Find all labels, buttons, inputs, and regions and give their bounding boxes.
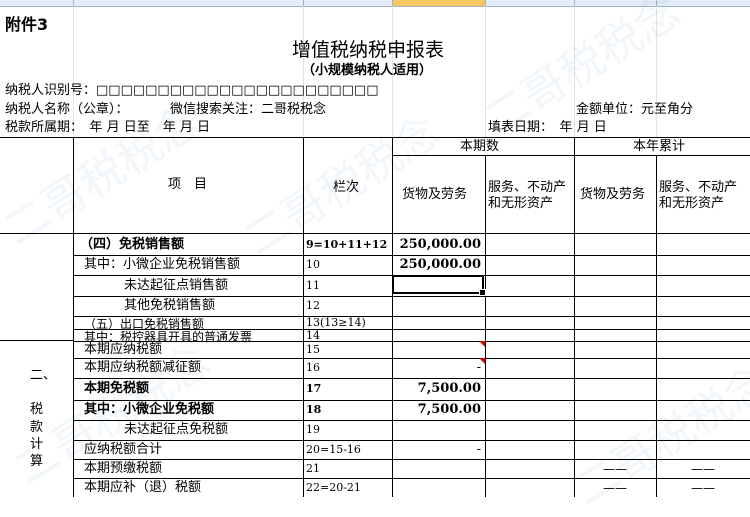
header-column-no[interactable]: 栏次 bbox=[333, 180, 359, 196]
taxpayer-id[interactable]: 纳税人识别号：□□□□□□□□□□□□□□□□□□□□□□□ bbox=[5, 83, 379, 99]
row-column-number[interactable]: 9=10+11+12 bbox=[306, 238, 387, 252]
row-item-label[interactable]: 应纳税额合计 bbox=[84, 442, 162, 458]
row-year-dash[interactable]: —— bbox=[656, 480, 750, 496]
table-row[interactable]: 未达起征点销售额 11 bbox=[0, 275, 750, 296]
header-services-current-2[interactable]: 和无形资产 bbox=[488, 196, 553, 212]
taxpayer-name[interactable]: 纳税人名称（公章）： bbox=[5, 102, 129, 118]
row-item-label[interactable]: 本期应补（退）税额 bbox=[84, 480, 201, 496]
table-row[interactable]: 本期应纳税额减征额 16 - bbox=[0, 358, 750, 378]
row-goods-current-value[interactable]: 7,500.00 bbox=[392, 402, 481, 418]
table-border bbox=[392, 155, 750, 156]
header-year-cumulative[interactable]: 本年累计 bbox=[633, 139, 685, 155]
row-year-dash[interactable]: —— bbox=[574, 480, 656, 496]
row-column-number[interactable]: 11 bbox=[306, 279, 320, 293]
gridline bbox=[485, 6, 486, 137]
row-goods-current-value[interactable]: 250,000.00 bbox=[392, 237, 481, 253]
row-item-label[interactable]: 其他免税销售额 bbox=[124, 298, 215, 314]
row-column-number[interactable]: 13(13≥14) bbox=[306, 316, 366, 330]
row-column-number[interactable]: 21 bbox=[306, 462, 320, 476]
comment-indicator[interactable] bbox=[479, 358, 485, 364]
row-column-number[interactable]: 15 bbox=[306, 343, 320, 357]
row-column-number[interactable]: 10 bbox=[306, 258, 320, 272]
selected-column-header[interactable] bbox=[392, 0, 485, 6]
row-goods-current-value[interactable]: 250,000.00 bbox=[392, 257, 481, 273]
row-column-number[interactable]: 12 bbox=[306, 299, 320, 313]
row-item-label[interactable]: 其中：小微企业免税销售额 bbox=[84, 257, 240, 273]
table-row[interactable]: 应纳税额合计 20=15-16 - bbox=[0, 440, 750, 459]
table-row[interactable]: 其中：小微企业免税销售额 10 250,000.00 bbox=[0, 255, 750, 275]
row-goods-current-value[interactable]: - bbox=[392, 442, 481, 458]
row-year-dash[interactable]: —— bbox=[656, 461, 750, 477]
row-item-label[interactable]: 本期预缴税额 bbox=[84, 461, 162, 477]
row-item-label[interactable]: 本期应纳税额减征额 bbox=[84, 360, 201, 376]
row-column-number[interactable]: 19 bbox=[306, 423, 320, 437]
header-goods-year[interactable]: 货物及劳务 bbox=[580, 187, 645, 203]
header-services-year-2[interactable]: 和无形资产 bbox=[659, 196, 724, 212]
fill-date[interactable]: 填表日期： 年 月 日 bbox=[488, 120, 607, 136]
column-header-strip[interactable] bbox=[0, 0, 750, 7]
comment-indicator[interactable] bbox=[479, 341, 485, 347]
header-services-year-1[interactable]: 服务、不动产 bbox=[659, 180, 737, 196]
row-column-number[interactable]: 18 bbox=[306, 403, 321, 417]
header-item[interactable]: 项 目 bbox=[168, 177, 207, 193]
header-current-period[interactable]: 本期数 bbox=[460, 139, 499, 155]
row-column-number[interactable]: 17 bbox=[306, 382, 321, 396]
row-column-number[interactable]: 16 bbox=[306, 361, 320, 375]
header-goods-current[interactable]: 货物及劳务 bbox=[402, 187, 467, 203]
table-row[interactable]: 本期应纳税额 15 bbox=[0, 341, 750, 358]
table-row[interactable]: （四）免税销售额 9=10+11+12 250,000.00 bbox=[0, 234, 750, 255]
table-row[interactable]: 其他免税销售额 12 bbox=[0, 296, 750, 316]
row-item-label[interactable]: 本期免税额 bbox=[84, 381, 149, 397]
row-column-number[interactable]: 20=15-16 bbox=[306, 443, 361, 457]
table-row[interactable]: 未达起征点免税额 19 bbox=[0, 420, 750, 440]
row-item-label[interactable]: 未达起征点销售额 bbox=[124, 278, 228, 294]
row-goods-current-value[interactable]: 7,500.00 bbox=[392, 381, 481, 397]
active-cell[interactable] bbox=[392, 275, 486, 296]
attachment-label[interactable]: 附件3 bbox=[5, 15, 48, 35]
row-item-label[interactable]: （四）免税销售额 bbox=[80, 237, 184, 253]
form-title[interactable]: 增值税纳税申报表 bbox=[292, 38, 444, 62]
table-row[interactable]: 本期预缴税额 21 —— —— bbox=[0, 459, 750, 478]
row-goods-current-value[interactable]: - bbox=[392, 360, 481, 376]
table-row[interactable]: 其中：小微企业免税额 18 7,500.00 bbox=[0, 400, 750, 420]
header-services-current-1[interactable]: 服务、不动产 bbox=[488, 180, 566, 196]
row-year-dash[interactable]: —— bbox=[574, 461, 656, 477]
row-item-label[interactable]: 本期应纳税额 bbox=[84, 342, 162, 358]
gridline bbox=[574, 6, 575, 137]
row-item-label[interactable]: 未达起征点免税额 bbox=[124, 422, 228, 438]
wechat-note[interactable]: 微信搜索关注：二哥税税念 bbox=[170, 102, 326, 118]
table-row[interactable]: 其中：税控器具开具的普通发票 14 bbox=[0, 329, 750, 344]
table-row[interactable]: （五）出口免税销售额 13(13≥14) bbox=[0, 316, 750, 331]
row-column-number[interactable]: 22=20-21 bbox=[306, 481, 361, 495]
form-subtitle[interactable]: （小规模纳税人适用） bbox=[302, 63, 432, 79]
table-border bbox=[0, 137, 750, 138]
row-item-label[interactable]: 其中：小微企业免税额 bbox=[84, 402, 214, 418]
table-row[interactable]: 本期应补（退）税额 22=20-21 —— —— bbox=[0, 478, 750, 497]
table-row[interactable]: 本期免税额 17 7,500.00 bbox=[0, 378, 750, 400]
tax-period[interactable]: 税款所属期： 年 月 日至 年 月 日 bbox=[5, 120, 210, 136]
currency-unit[interactable]: 金额单位：元至角分 bbox=[576, 102, 693, 118]
